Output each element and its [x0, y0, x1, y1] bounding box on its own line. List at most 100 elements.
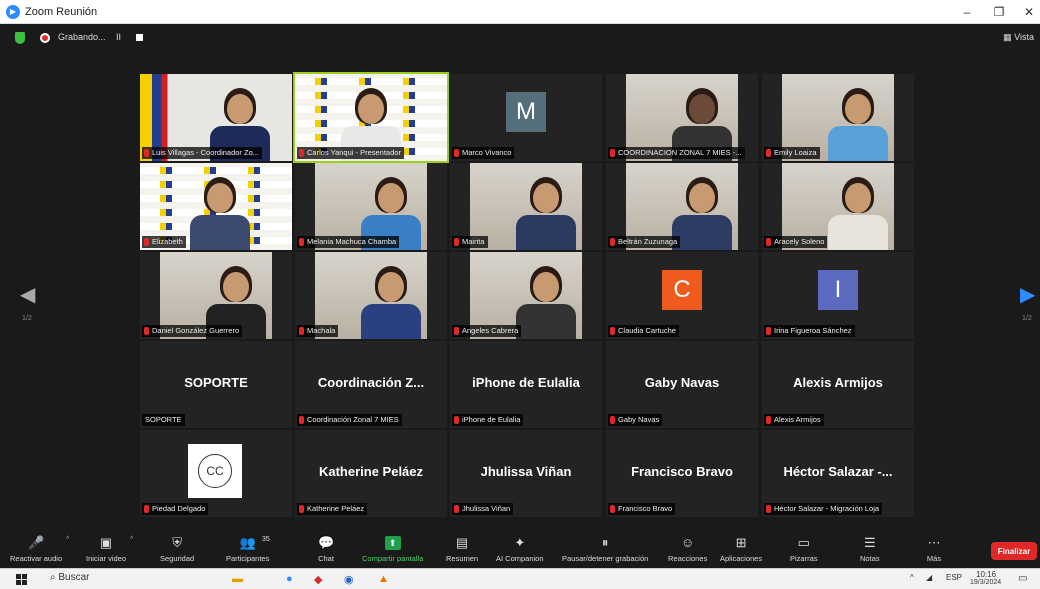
participant-face: [845, 94, 871, 124]
file-explorer-icon[interactable]: ▬: [232, 573, 243, 585]
participant-name-label: Irina Figueroa Sánchez: [764, 325, 855, 337]
participant-display-name: iPhone de Eulalia: [472, 375, 580, 390]
participant-tile[interactable]: M Marco Vivanco: [450, 74, 602, 161]
mic-muted-icon: [144, 238, 149, 246]
minimize-button[interactable]: –: [952, 0, 982, 24]
participant-name-label: Jhulissa Viñan: [452, 503, 514, 515]
reactions-button[interactable]: ☺ Reacciones: [668, 526, 707, 568]
language-indicator[interactable]: ESP: [946, 573, 962, 582]
ai-companion-button[interactable]: ✦ AI Companion: [496, 526, 544, 568]
participant-name: Marco Vivanco: [462, 148, 512, 157]
whiteboards-button[interactable]: ▭ Pizarras: [790, 526, 818, 568]
participant-name: Melania Machuca Chamba: [307, 237, 397, 246]
apps-button[interactable]: ⊞ Aplicaciones: [720, 526, 762, 568]
view-button[interactable]: ▦ Vista: [1003, 32, 1034, 43]
prev-page-arrow-icon[interactable]: ◀: [20, 282, 35, 307]
participant-name-label: Daniel González Guerrero: [142, 325, 243, 337]
participant-name-label: Gaby Navas: [608, 414, 663, 426]
participant-name-label: Katherine Peláez: [297, 503, 368, 515]
unmute-audio-button[interactable]: 🎤 Reactivar audio: [10, 526, 62, 568]
windows-start-icon[interactable]: [16, 574, 27, 585]
participant-tile[interactable]: SOPORTE SOPORTE: [140, 341, 292, 428]
participant-tile[interactable]: Héctor Salazar -... Héctor Salazar - Migr…: [762, 430, 914, 517]
clock-date[interactable]: 19/3/2024: [970, 579, 1001, 586]
participant-tile[interactable]: Francisco Bravo Francisco Bravo: [606, 430, 758, 517]
participant-name: SOPORTE: [145, 415, 182, 424]
participant-display-name: Gaby Navas: [644, 375, 720, 390]
participant-name: Emily Loaiza: [774, 148, 817, 157]
participant-tile[interactable]: Emily Loaiza: [762, 74, 914, 161]
participant-tile[interactable]: iPhone de Eulalia iPhone de Eulalia: [450, 341, 602, 428]
participant-name-label: Angeles Cabrera: [452, 325, 522, 337]
participant-name-label: Aracely Soleno: [764, 236, 828, 248]
taskbar-search[interactable]: ⌕ Buscar: [50, 572, 90, 583]
participant-tile[interactable]: COORDINACION ZONAL 7 MIES -...: [606, 74, 758, 161]
participant-face: [227, 94, 253, 124]
zoom-taskbar-icon[interactable]: ●: [286, 573, 293, 585]
participant-tile[interactable]: Alexis Armijos Alexis Armijos: [762, 341, 914, 428]
participant-tile[interactable]: Melania Machuca Chamba: [295, 163, 447, 250]
chat-button[interactable]: 💬 Chat: [318, 526, 334, 568]
participant-name: Piedad Delgado: [152, 504, 206, 513]
grid-view-icon: ▦: [1003, 32, 1015, 42]
participant-name: Jhulissa Viñan: [462, 504, 511, 513]
end-meeting-button[interactable]: Finalizar: [991, 542, 1037, 560]
participant-tile[interactable]: Luis Villagas - Coordinador Zo...: [140, 74, 292, 161]
participant-tile[interactable]: C Claudia Cartuche: [606, 252, 758, 339]
participant-face: [207, 183, 233, 213]
participant-tile[interactable]: Machala: [295, 252, 447, 339]
maximize-button[interactable]: ❐: [984, 0, 1014, 24]
participants-count: 35: [262, 536, 270, 543]
document-icon: ▤: [455, 535, 469, 550]
participant-tile[interactable]: Coordinación Z... Coordinación Zonal 7 MI…: [295, 341, 447, 428]
whiteboard-icon: ▭: [797, 535, 810, 550]
participant-tile[interactable]: Mairita: [450, 163, 602, 250]
notes-button[interactable]: ☰ Notas: [860, 526, 880, 568]
participant-tile[interactable]: Carlos Yanqui - Presentador: [293, 72, 449, 163]
mic-muted-icon: [454, 327, 459, 335]
pause-recording-button[interactable]: II: [116, 32, 121, 42]
more-button[interactable]: ⋯ Más: [926, 526, 942, 568]
mic-muted-icon: [454, 149, 459, 157]
mic-muted-icon: [610, 149, 615, 157]
share-screen-icon: ⬆: [384, 536, 401, 550]
audio-options-caret[interactable]: ^: [66, 536, 69, 543]
summary-button[interactable]: ▤ Resumen: [446, 526, 478, 568]
pause-stop-recording-button[interactable]: ⏸ Pausar/detener grabación: [562, 526, 648, 568]
participants-button[interactable]: 👥 Participantes: [226, 526, 269, 568]
participant-name-label: Coordinación Zonal 7 MIES: [297, 414, 402, 426]
chrome-icon[interactable]: ◉: [344, 573, 354, 586]
start-video-button[interactable]: ▣ Iniciar video: [86, 526, 126, 568]
video-options-caret[interactable]: ^: [130, 536, 133, 543]
participant-display-name: SOPORTE: [184, 375, 248, 390]
network-icon[interactable]: ◢: [926, 573, 932, 582]
next-page-arrow-icon[interactable]: ▶: [1020, 282, 1035, 307]
participant-tile[interactable]: Katherine Peláez Katherine Peláez: [295, 430, 447, 517]
clock-time[interactable]: 10:16: [976, 570, 996, 579]
participant-tile[interactable]: Angeles Cabrera: [450, 252, 602, 339]
participant-name: Beltrán Zuzunaga: [618, 237, 678, 246]
participant-tile[interactable]: Elizabeth: [140, 163, 292, 250]
banner-strip: [140, 167, 292, 174]
brave-browser-icon[interactable]: ◆: [314, 573, 322, 586]
participant-tile[interactable]: Jhulissa Viñan Jhulissa Viñan: [450, 430, 602, 517]
participant-name: COORDINACION ZONAL 7 MIES -...: [618, 148, 742, 157]
participant-name-label: Francisco Bravo: [608, 503, 676, 515]
participant-tile[interactable]: Aracely Soleno: [762, 163, 914, 250]
participant-tile[interactable]: I Irina Figueroa Sánchez: [762, 252, 914, 339]
share-screen-button[interactable]: ⬆ Compartir pantalla: [362, 526, 423, 568]
stop-recording-button[interactable]: [136, 34, 143, 41]
tray-chevron-icon[interactable]: ^: [910, 573, 914, 582]
participant-tile[interactable]: CC Piedad Delgado: [140, 430, 292, 517]
participant-name-label: iPhone de Eulalia: [452, 414, 524, 426]
security-button[interactable]: ⛨ Seguridad: [160, 526, 194, 568]
participant-tile[interactable]: Gaby Navas Gaby Navas: [606, 341, 758, 428]
vlc-icon[interactable]: ▲: [378, 573, 389, 585]
participant-face: [358, 94, 384, 124]
participant-tile[interactable]: Daniel González Guerrero: [140, 252, 292, 339]
notifications-icon[interactable]: ▭: [1018, 573, 1027, 584]
encryption-shield-icon[interactable]: [15, 32, 25, 44]
participant-name: Luis Villagas - Coordinador Zo...: [152, 148, 259, 157]
participant-tile[interactable]: Beltrán Zuzunaga: [606, 163, 758, 250]
close-button[interactable]: ✕: [1014, 0, 1040, 24]
